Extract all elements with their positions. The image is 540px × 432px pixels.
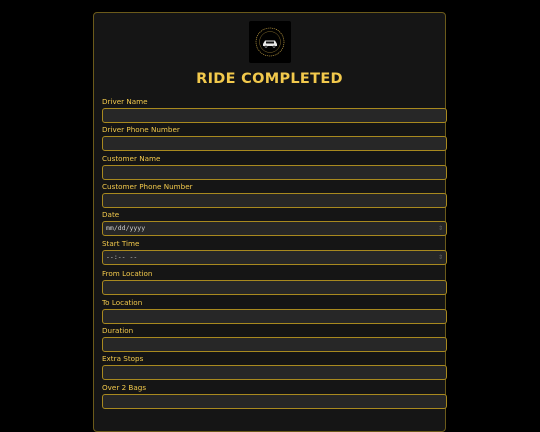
field-duration: Duration xyxy=(102,326,447,352)
from-location-label: From Location xyxy=(102,269,153,278)
to-location-input[interactable] xyxy=(102,309,447,324)
date-label: Date xyxy=(102,210,120,219)
driver-name-input[interactable] xyxy=(102,108,447,123)
chevron-updown-icon[interactable]: ⇕ xyxy=(438,222,443,235)
driver-name-label: Driver Name xyxy=(102,97,148,106)
start-time-placeholder: --:-- -- xyxy=(106,253,138,261)
driver-phone-label: Driver Phone Number xyxy=(102,125,180,134)
extra-stops-label: Extra Stops xyxy=(102,354,144,363)
date-placeholder: mm/dd/yyyy xyxy=(106,224,146,232)
field-extra-stops: Extra Stops xyxy=(102,354,447,380)
car-logo-icon xyxy=(249,21,291,63)
field-driver-phone: Driver Phone Number xyxy=(102,125,447,151)
field-date: Date mm/dd/yyyy ⇕ xyxy=(102,210,447,236)
customer-phone-label: Customer Phone Number xyxy=(102,182,193,191)
field-to-location: To Location xyxy=(102,298,447,324)
field-start-time: Start Time --:-- -- ⇕ xyxy=(102,239,447,265)
to-location-label: To Location xyxy=(102,298,143,307)
field-customer-phone: Customer Phone Number xyxy=(102,182,447,208)
from-location-input[interactable] xyxy=(102,280,447,295)
start-time-input[interactable]: --:-- -- ⇕ xyxy=(102,250,447,265)
field-customer-name: Customer Name xyxy=(102,154,447,180)
start-time-label: Start Time xyxy=(102,239,140,248)
over-2-bags-input[interactable] xyxy=(102,394,447,409)
customer-phone-input[interactable] xyxy=(102,193,447,208)
duration-label: Duration xyxy=(102,326,134,335)
over-2-bags-label: Over 2 Bags xyxy=(102,383,147,392)
duration-input[interactable] xyxy=(102,337,447,352)
field-from-location: From Location xyxy=(102,269,447,295)
date-input[interactable]: mm/dd/yyyy ⇕ xyxy=(102,221,447,236)
customer-name-input[interactable] xyxy=(102,165,447,180)
chevron-updown-icon[interactable]: ⇕ xyxy=(438,251,443,264)
field-driver-name: Driver Name xyxy=(102,97,447,123)
field-over-2-bags: Over 2 Bags xyxy=(102,383,447,409)
form-title: RIDE COMPLETED xyxy=(196,71,343,87)
driver-phone-input[interactable] xyxy=(102,136,447,151)
customer-name-label: Customer Name xyxy=(102,154,161,163)
ride-completed-form: RIDE COMPLETED Driver Name Driver Phone … xyxy=(93,12,447,432)
extra-stops-input[interactable] xyxy=(102,365,447,380)
